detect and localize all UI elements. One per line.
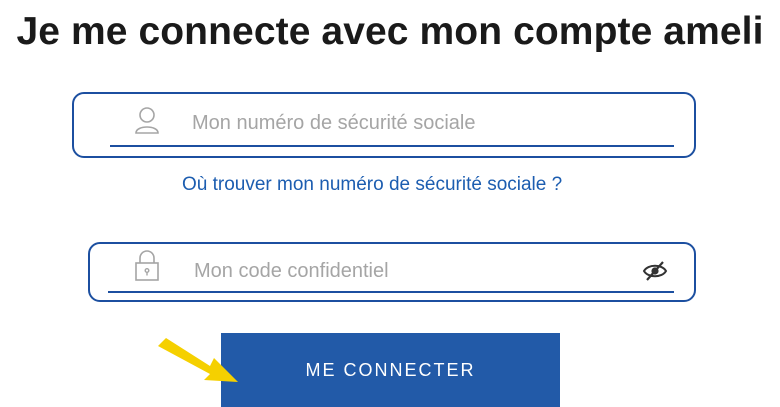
page-title: Je me connecte avec mon compte ameli (16, 10, 764, 53)
password-input-underline (108, 291, 674, 293)
nir-input[interactable] (192, 108, 652, 138)
password-input[interactable] (194, 256, 614, 286)
nir-input-underline (110, 145, 674, 147)
eye-off-icon[interactable] (642, 260, 668, 282)
login-page: Je me connecte avec mon compte ameli Où … (0, 0, 780, 407)
padlock-icon (134, 249, 160, 288)
find-nir-help-link[interactable]: Où trouver mon numéro de sécurité social… (182, 174, 562, 196)
user-icon (134, 106, 160, 141)
nir-field-container (72, 92, 696, 158)
pointer-arrow-icon (152, 336, 244, 393)
password-field-container (88, 242, 696, 302)
login-button[interactable]: ME CONNECTER (221, 333, 560, 407)
